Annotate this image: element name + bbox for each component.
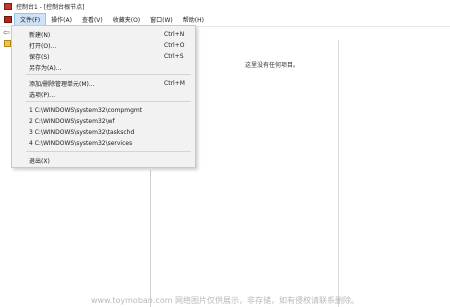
folder-icon[interactable] xyxy=(4,40,11,47)
menu-item-shortcut: Ctrl+M xyxy=(164,79,185,87)
menu-item-recent-3[interactable]: 3 C:\WINDOWS\system32\taskschd xyxy=(12,127,195,137)
menu-item-label: 另存为(A)... xyxy=(29,64,62,72)
pane-divider[interactable] xyxy=(150,170,151,307)
menu-item-label: 退出(X) xyxy=(29,157,50,165)
menu-action[interactable]: 操作(A) xyxy=(46,14,77,25)
menu-item-label: 添加/删除管理单元(M)... xyxy=(29,80,95,88)
menu-item-label: 3 C:\WINDOWS\system32\taskschd xyxy=(29,128,135,136)
menu-item-label: 2 C:\WINDOWS\system32\wf xyxy=(29,117,115,125)
menu-item-label: 1 C:\WINDOWS\system32\compmgmt xyxy=(29,106,143,114)
title-bar: 控制台1 - [控制台根节点] xyxy=(0,0,450,13)
window-title: 控制台1 - [控制台根节点] xyxy=(16,4,85,11)
menu-item-recent-2[interactable]: 2 C:\WINDOWS\system32\wf xyxy=(12,116,195,126)
menu-item-recent-1[interactable]: 1 C:\WINDOWS\system32\compmgmt xyxy=(12,105,195,115)
menu-item-shortcut: Ctrl+O xyxy=(164,41,185,49)
menu-separator xyxy=(26,151,191,152)
menu-view[interactable]: 查看(V) xyxy=(77,14,108,25)
menu-item-shortcut: Ctrl+N xyxy=(164,30,185,38)
app-icon xyxy=(4,3,12,10)
menu-favorites[interactable]: 收藏夹(O) xyxy=(108,14,145,25)
menu-item-exit[interactable]: 退出(X) xyxy=(12,155,195,165)
menu-item-save-as[interactable]: 另存为(A)... xyxy=(12,62,195,72)
menu-help[interactable]: 帮助(H) xyxy=(178,14,209,25)
menu-item-new[interactable]: 新建(N) Ctrl+N xyxy=(12,29,195,39)
menu-separator xyxy=(26,74,191,75)
back-arrow-icon[interactable]: ⇦ xyxy=(3,28,10,37)
mmc-icon xyxy=(4,16,12,23)
menu-window[interactable]: 窗口(W) xyxy=(145,14,178,25)
menu-item-label: 打开(O)... xyxy=(29,42,57,50)
empty-list-message: 这里没有任何项目。 xyxy=(245,62,300,69)
menu-item-shortcut: Ctrl+S xyxy=(164,52,184,60)
menu-item-label: 保存(S) xyxy=(29,53,50,61)
menu-item-save[interactable]: 保存(S) Ctrl+S xyxy=(12,51,195,61)
menu-item-label: 4 C:\WINDOWS\system32\services xyxy=(29,139,133,147)
watermark-caption: www.toymoban.com 网络图片仅供展示，非存储，如有侵权请联系删除。 xyxy=(90,295,360,305)
menu-item-label: 选项(P)... xyxy=(29,91,56,99)
menu-item-open[interactable]: 打开(O)... Ctrl+O xyxy=(12,40,195,50)
menu-item-label: 新建(N) xyxy=(29,31,51,39)
menu-separator xyxy=(26,101,191,102)
menu-item-options[interactable]: 选项(P)... xyxy=(12,89,195,99)
actions-pane-divider[interactable] xyxy=(338,40,339,307)
menu-item-recent-4[interactable]: 4 C:\WINDOWS\system32\services xyxy=(12,138,195,148)
menu-item-add-remove-snapin[interactable]: 添加/删除管理单元(M)... Ctrl+M xyxy=(12,78,195,88)
file-menu-dropdown: 新建(N) Ctrl+N 打开(O)... Ctrl+O 保存(S) Ctrl+… xyxy=(11,25,196,168)
